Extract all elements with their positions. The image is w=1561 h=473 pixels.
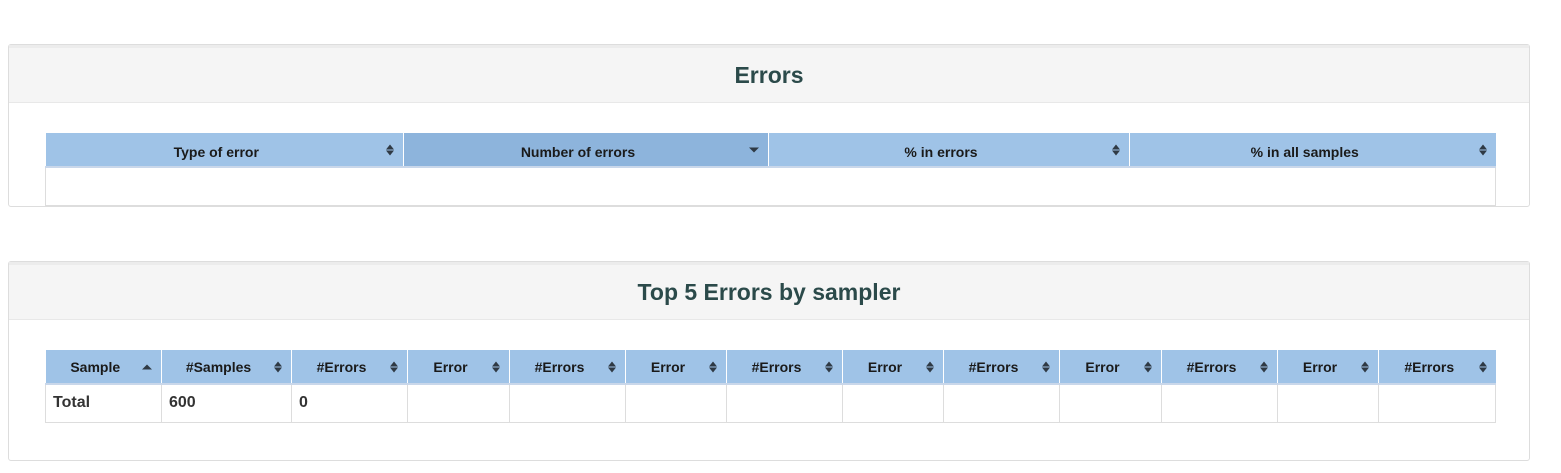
cell-error-2 bbox=[625, 383, 727, 423]
sort-both-icon bbox=[1144, 361, 1152, 372]
column-header-label: #Errors bbox=[534, 358, 585, 375]
cell-errors-2 bbox=[726, 383, 843, 423]
column-header-label: #Errors bbox=[1186, 358, 1237, 375]
column-header-errors-2[interactable]: #Errors bbox=[726, 350, 843, 385]
cell-error-4 bbox=[1059, 383, 1162, 423]
column-header-label: #Errors bbox=[1404, 358, 1455, 375]
cell-error-3 bbox=[842, 383, 944, 423]
column-header-label: #Errors bbox=[751, 358, 802, 375]
errors-table: Type of error Number of errors % in erro… bbox=[45, 133, 1496, 206]
errors-table-empty-body bbox=[45, 166, 1496, 206]
column-header-percent-in-errors[interactable]: % in errors bbox=[768, 133, 1130, 168]
errors-panel: Errors Type of error Number of errors % … bbox=[8, 44, 1530, 207]
column-header-label: Type of error bbox=[173, 143, 259, 160]
column-header-label: Error bbox=[433, 358, 468, 375]
top5-errors-table: Sample #Samples #Errors Error #Errors Er… bbox=[45, 350, 1496, 423]
sort-both-icon bbox=[492, 361, 500, 372]
column-header-errors-5[interactable]: #Errors bbox=[1378, 350, 1496, 385]
cell-sample: Total bbox=[45, 383, 162, 423]
column-header-type-of-error[interactable]: Type of error bbox=[45, 133, 404, 168]
sort-both-icon bbox=[390, 361, 398, 372]
cell-errors-5 bbox=[1378, 383, 1496, 423]
column-header-label: Sample bbox=[70, 358, 121, 375]
column-header-error-2[interactable]: Error bbox=[625, 350, 727, 385]
cell-errors-1 bbox=[509, 383, 626, 423]
cell-error-1 bbox=[407, 383, 510, 423]
sort-both-icon bbox=[825, 361, 833, 372]
sort-both-icon bbox=[608, 361, 616, 372]
column-header-label: Number of errors bbox=[520, 143, 636, 160]
top5-table-header-row: Sample #Samples #Errors Error #Errors Er… bbox=[45, 350, 1496, 385]
column-header-label: Error bbox=[650, 358, 686, 375]
column-header-error-5[interactable]: Error bbox=[1277, 350, 1379, 385]
sort-both-icon bbox=[1478, 361, 1487, 372]
sort-both-icon bbox=[1112, 144, 1120, 155]
cell-errors: 0 bbox=[291, 383, 408, 423]
top5-errors-panel-heading: Top 5 Errors by sampler bbox=[9, 262, 1529, 320]
cell-errors-3 bbox=[943, 383, 1060, 423]
top5-errors-panel-title: Top 5 Errors by sampler bbox=[637, 278, 901, 305]
column-header-errors-4[interactable]: #Errors bbox=[1161, 350, 1278, 385]
column-header-label: % in errors bbox=[904, 143, 978, 160]
column-header-label: #Errors bbox=[316, 358, 367, 375]
table-row: Total 600 0 bbox=[45, 383, 1496, 423]
column-header-error-3[interactable]: Error bbox=[842, 350, 944, 385]
sort-asc-icon bbox=[142, 364, 152, 369]
cell-errors-4 bbox=[1161, 383, 1278, 423]
column-header-sample[interactable]: Sample bbox=[45, 350, 162, 385]
sort-both-icon bbox=[1361, 361, 1369, 372]
column-header-error-4[interactable]: Error bbox=[1059, 350, 1162, 385]
sort-both-icon bbox=[386, 144, 394, 155]
column-header-errors-1[interactable]: #Errors bbox=[509, 350, 626, 385]
sort-both-icon bbox=[1260, 361, 1268, 372]
errors-panel-heading: Errors bbox=[9, 45, 1529, 103]
column-header-samples[interactable]: #Samples bbox=[161, 350, 292, 385]
errors-table-header-row: Type of error Number of errors % in erro… bbox=[45, 133, 1496, 168]
column-header-label: Error bbox=[1085, 358, 1120, 375]
sort-both-icon bbox=[1042, 361, 1050, 372]
column-header-errors[interactable]: #Errors bbox=[291, 350, 408, 385]
column-header-number-of-errors[interactable]: Number of errors bbox=[403, 133, 769, 168]
column-header-label: Error bbox=[1302, 358, 1338, 375]
sort-both-icon bbox=[1478, 144, 1487, 155]
sort-both-icon bbox=[926, 361, 934, 372]
column-header-errors-3[interactable]: #Errors bbox=[943, 350, 1060, 385]
cell-samples: 600 bbox=[161, 383, 292, 423]
column-header-label: Error bbox=[867, 358, 903, 375]
column-header-percent-in-all-samples[interactable]: % in all samples bbox=[1129, 133, 1496, 168]
column-header-label: #Samples bbox=[185, 358, 252, 375]
column-header-label: #Errors bbox=[968, 358, 1019, 375]
top5-errors-panel: Top 5 Errors by sampler Sample #Samples bbox=[8, 261, 1530, 461]
errors-panel-title: Errors bbox=[734, 61, 804, 88]
cell-error-5 bbox=[1277, 383, 1379, 423]
column-header-label: % in all samples bbox=[1250, 143, 1359, 160]
column-header-error-1[interactable]: Error bbox=[407, 350, 510, 385]
sort-both-icon bbox=[709, 361, 717, 372]
sort-desc-icon bbox=[749, 147, 759, 152]
sort-both-icon bbox=[274, 361, 282, 372]
